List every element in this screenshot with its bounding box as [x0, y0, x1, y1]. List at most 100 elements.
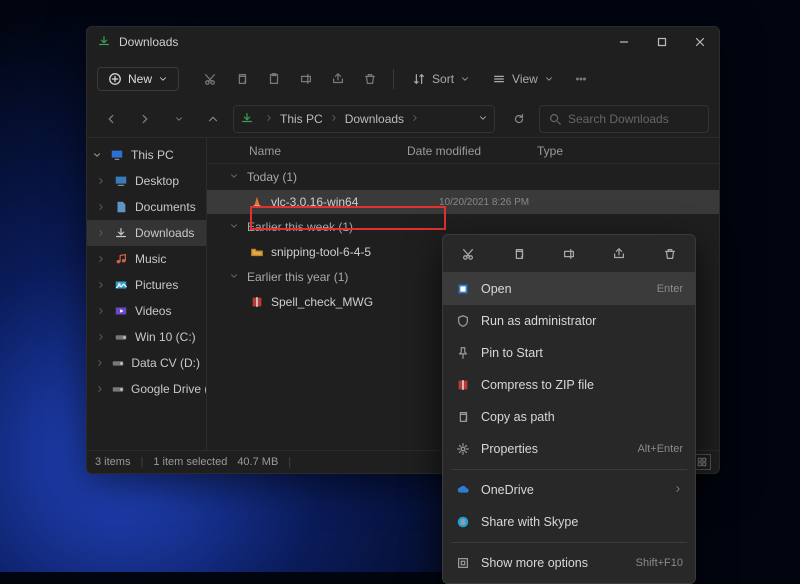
chevron-right-icon [95, 202, 107, 212]
open-icon [455, 282, 471, 296]
chevron-right-icon [673, 484, 683, 497]
sidebar-item-label: Videos [135, 304, 171, 318]
file-date: 10/20/2021 8:26 PM [439, 197, 529, 208]
more-icon [455, 556, 471, 570]
status-size: 40.7 MB [237, 456, 278, 468]
sidebar-item-videos[interactable]: Videos [87, 298, 206, 324]
ctx-cut-button[interactable] [452, 240, 484, 268]
view-button[interactable]: View [484, 68, 562, 90]
ctx-copy-button[interactable] [503, 240, 535, 268]
sidebar-item-this-pc[interactable]: This PC [87, 142, 206, 168]
breadcrumb-seg[interactable]: Downloads [345, 112, 404, 126]
chevron-right-icon [95, 358, 105, 368]
chevron-right-icon [95, 306, 107, 316]
ctx-copy-as-path[interactable]: Copy as path [443, 401, 695, 433]
ctx-run-as-administrator[interactable]: Run as administrator [443, 305, 695, 337]
shield-icon [455, 314, 471, 328]
ctx-rename-button[interactable] [553, 240, 585, 268]
delete-button[interactable] [357, 66, 383, 92]
zip-icon [249, 295, 265, 309]
ctx-show-more[interactable]: Show more options Shift+F10 [443, 547, 695, 579]
chevron-down-icon [91, 150, 103, 160]
pictures-icon [113, 278, 129, 292]
properties-icon [455, 442, 471, 456]
forward-button[interactable] [131, 105, 159, 133]
copy-button[interactable] [229, 66, 255, 92]
file-row[interactable]: vlc-3.0.16-win6410/20/2021 8:26 PM [207, 190, 719, 214]
column-name[interactable]: Name [207, 144, 407, 158]
skype-icon [455, 515, 471, 529]
chevron-right-icon [95, 254, 107, 264]
chevron-down-icon [229, 270, 241, 284]
vlc-icon [249, 195, 265, 209]
ctx-delete-button[interactable] [654, 240, 686, 268]
sidebar-item-label: Music [135, 252, 166, 266]
rename-button[interactable] [293, 66, 319, 92]
chevron-right-icon [95, 384, 105, 394]
sidebar-item-music[interactable]: Music [87, 246, 206, 272]
share-button[interactable] [325, 66, 351, 92]
up-button[interactable] [199, 105, 227, 133]
window-title: Downloads [119, 35, 605, 49]
monitor-icon [109, 148, 125, 162]
breadcrumb-seg[interactable]: This PC [280, 112, 323, 126]
status-count: 3 items [95, 456, 130, 468]
chevron-right-icon [408, 112, 422, 126]
maximize-button[interactable] [643, 27, 681, 57]
sidebar-item-desktop[interactable]: Desktop [87, 168, 206, 194]
file-name: Spell_check_MWG [271, 295, 373, 309]
context-quick-actions [443, 235, 695, 273]
sidebar-item-documents[interactable]: Documents [87, 194, 206, 220]
chevron-right-icon [95, 176, 107, 186]
file-name: snipping-tool-6-4-5 [271, 245, 371, 259]
column-date[interactable]: Date modified [407, 144, 537, 158]
copy-icon [455, 410, 471, 424]
chevron-down-icon [229, 170, 241, 184]
breadcrumb[interactable]: This PC Downloads [233, 105, 495, 133]
context-menu: OpenEnter Run as administrator Pin to St… [442, 234, 696, 584]
sidebar-item-pictures[interactable]: Pictures [87, 272, 206, 298]
back-button[interactable] [97, 105, 125, 133]
refresh-button[interactable] [505, 105, 533, 133]
ctx-onedrive[interactable]: OneDrive [443, 474, 695, 506]
sidebar-item-win-10-c-[interactable]: Win 10 (C:) [87, 324, 206, 350]
recent-button[interactable] [165, 105, 193, 133]
titlebar: Downloads [87, 27, 719, 57]
music-icon [113, 252, 129, 266]
chevron-down-icon[interactable] [478, 112, 488, 126]
sidebar-item-label: Win 10 (C:) [135, 330, 196, 344]
download-icon [97, 34, 111, 51]
paste-button[interactable] [261, 66, 287, 92]
ctx-open[interactable]: OpenEnter [443, 273, 695, 305]
column-headers: Name Date modified Type [207, 138, 719, 164]
close-button[interactable] [681, 27, 719, 57]
cut-button[interactable] [197, 66, 223, 92]
download-icon [113, 226, 129, 240]
drive-icon [111, 356, 125, 370]
sidebar-item-data-cv-d-[interactable]: Data CV (D:) [87, 350, 206, 376]
new-button[interactable]: New [97, 67, 179, 91]
ctx-share-button[interactable] [603, 240, 635, 268]
column-type[interactable]: Type [537, 144, 719, 158]
ctx-compress-to-zip-file[interactable]: Compress to ZIP file [443, 369, 695, 401]
command-bar: New Sort View [87, 57, 719, 101]
ctx-properties[interactable]: PropertiesAlt+Enter [443, 433, 695, 465]
sidebar-item-label: Google Drive (G:) [131, 382, 206, 396]
sidebar-item-label: This PC [131, 148, 174, 162]
chevron-right-icon [95, 228, 107, 238]
status-selected: 1 item selected [153, 456, 227, 468]
more-button[interactable] [568, 66, 594, 92]
sidebar-item-downloads[interactable]: Downloads [87, 220, 206, 246]
ctx-pin-to-start[interactable]: Pin to Start [443, 337, 695, 369]
desktop-icon [113, 174, 129, 188]
chevron-right-icon [95, 280, 107, 290]
ctx-share-with-skype[interactable]: Share with Skype [443, 506, 695, 538]
group-header[interactable]: Today (1) [207, 164, 719, 190]
sort-button[interactable]: Sort [404, 68, 478, 90]
sidebar-item-google-drive-g-[interactable]: Google Drive (G:) [87, 376, 206, 402]
sidebar: This PC Desktop Documents Downloads Musi… [87, 138, 207, 450]
drive-icon [113, 330, 129, 344]
minimize-button[interactable] [605, 27, 643, 57]
drive-icon [111, 382, 125, 396]
search-input[interactable]: Search Downloads [539, 105, 709, 133]
